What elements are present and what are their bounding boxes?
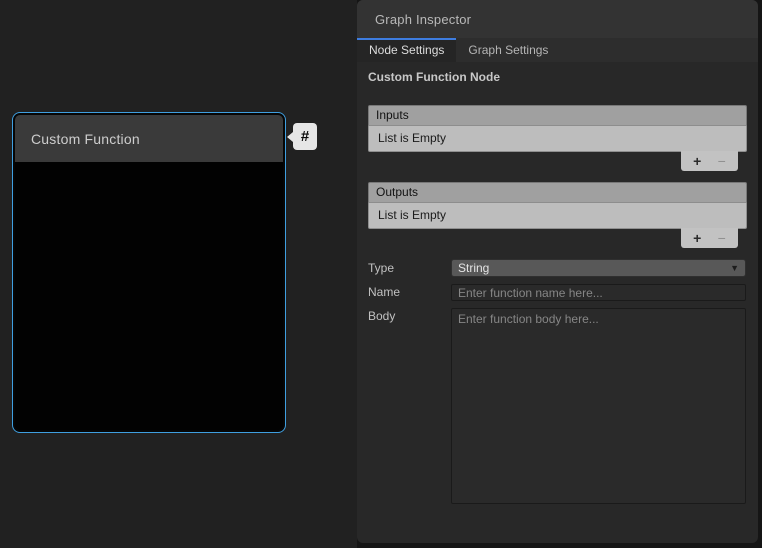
type-dropdown-value: String xyxy=(458,261,489,275)
outputs-footer-bar: + − xyxy=(681,228,738,248)
node-title: Custom Function xyxy=(31,131,140,147)
function-body-input[interactable] xyxy=(451,308,746,504)
inspector-tabstrip: Node Settings Graph Settings xyxy=(357,38,758,62)
tab-graph-settings-label: Graph Settings xyxy=(468,43,548,57)
inputs-list-title: Inputs xyxy=(376,108,409,122)
inputs-empty-text: List is Empty xyxy=(378,131,446,145)
graph-canvas[interactable]: Custom Function # xyxy=(0,0,357,548)
inputs-empty-row: List is Empty xyxy=(368,126,747,152)
inputs-list-footer: + − xyxy=(368,152,747,172)
outputs-list-header: Outputs xyxy=(368,182,747,203)
body-label: Body xyxy=(368,309,395,323)
inspector-title: Graph Inspector xyxy=(375,12,471,27)
name-label: Name xyxy=(368,285,400,299)
tab-node-settings[interactable]: Node Settings xyxy=(357,38,456,62)
inputs-remove-button[interactable]: − xyxy=(718,152,726,170)
inputs-list: Inputs List is Empty + − xyxy=(368,105,747,172)
type-label: Type xyxy=(368,261,394,275)
node-hash-badge[interactable]: # xyxy=(293,123,317,150)
outputs-empty-row: List is Empty xyxy=(368,203,747,229)
graph-inspector-panel: Graph Inspector Node Settings Graph Sett… xyxy=(357,0,758,543)
type-dropdown[interactable]: String ▼ xyxy=(451,259,746,277)
outputs-empty-text: List is Empty xyxy=(378,208,446,222)
node-title-bar[interactable]: Custom Function xyxy=(15,115,283,162)
inputs-add-button[interactable]: + xyxy=(693,152,701,170)
outputs-remove-button[interactable]: − xyxy=(718,229,726,247)
outputs-add-button[interactable]: + xyxy=(693,229,701,247)
function-name-input[interactable] xyxy=(451,284,746,301)
outputs-list-footer: + − xyxy=(368,229,747,249)
node-preview-body xyxy=(15,162,283,430)
inputs-list-header: Inputs xyxy=(368,105,747,126)
outputs-list-title: Outputs xyxy=(376,185,418,199)
inputs-footer-bar: + − xyxy=(681,151,738,171)
hash-icon: # xyxy=(301,128,309,145)
tab-graph-settings[interactable]: Graph Settings xyxy=(456,38,560,62)
node-frame: Custom Function xyxy=(15,115,283,430)
inspector-header[interactable]: Graph Inspector xyxy=(357,0,758,38)
section-title: Custom Function Node xyxy=(368,70,500,84)
badge-pointer-icon xyxy=(287,132,293,142)
inspector-host: Graph Inspector Node Settings Graph Sett… xyxy=(357,0,762,548)
outputs-list: Outputs List is Empty + − xyxy=(368,182,747,249)
tab-node-settings-label: Node Settings xyxy=(369,43,444,57)
custom-function-node[interactable]: Custom Function xyxy=(12,112,286,433)
chevron-down-icon: ▼ xyxy=(730,264,739,273)
